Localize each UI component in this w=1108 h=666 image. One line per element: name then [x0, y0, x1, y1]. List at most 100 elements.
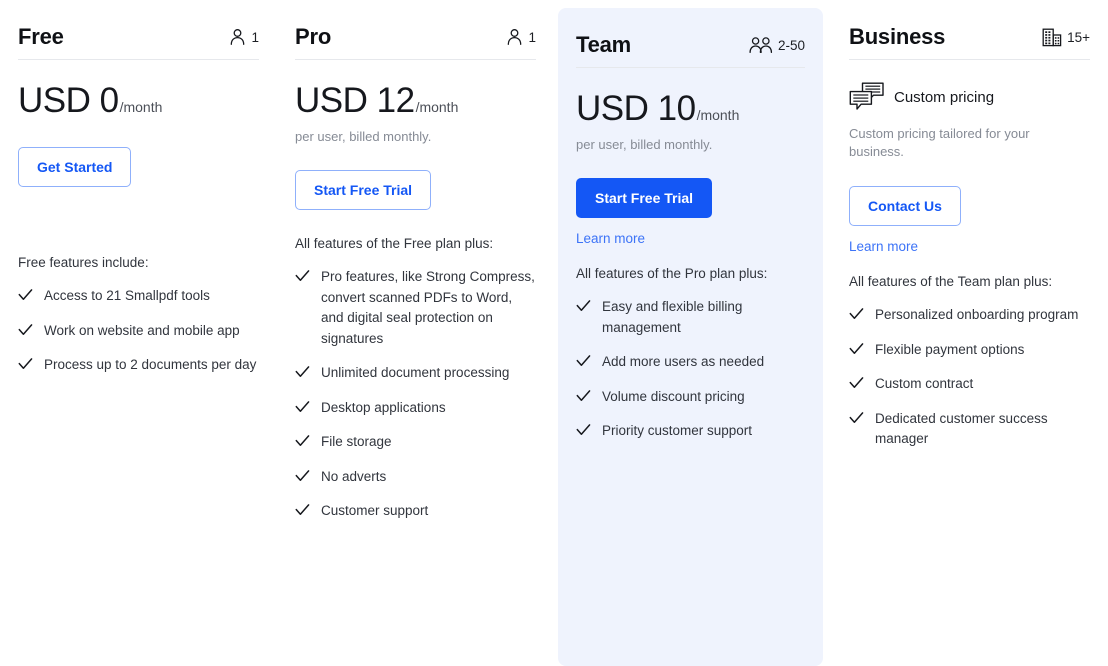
feature-label: Personalized onboarding program [875, 307, 1079, 323]
learn-more-link[interactable]: Learn more [576, 231, 805, 246]
check-icon [849, 376, 864, 394]
plan-header: Business 15+ [849, 24, 1090, 60]
plan-price-amount: USD 12 [295, 81, 415, 120]
plan-features: Free features include: Access to 21 Small… [18, 255, 259, 390]
feature-item: Volume discount pricing [576, 387, 805, 408]
feature-item: No adverts [295, 467, 536, 488]
plan-price-note: per user, billed monthly. [295, 129, 432, 144]
plan-price-note: per user, billed monthly. [576, 137, 713, 152]
card-spacer [295, 536, 536, 666]
learn-more-link[interactable]: Learn more [849, 239, 1090, 254]
card-spacer [18, 390, 259, 666]
custom-pricing-description: Custom pricing tailored for your busines… [849, 126, 1030, 159]
plan-cta-button-team[interactable]: Start Free Trial [576, 178, 713, 218]
feature-label: Dedicated customer success manager [875, 410, 1048, 447]
plan-cta-area: Start Free Trial [295, 170, 536, 210]
plan-name: Free [18, 24, 64, 49]
feature-label: Priority customer support [602, 423, 753, 439]
check-icon [18, 288, 33, 306]
plan-header: Team 2-50 [576, 32, 805, 68]
feature-item: File storage [295, 432, 536, 453]
plan-cta-button-business[interactable]: Contact Us [849, 186, 961, 227]
check-icon [576, 389, 591, 407]
plan-price: USD 0/month [18, 81, 259, 121]
feature-item: Desktop applications [295, 398, 536, 419]
plan-seat-info: 1 [506, 28, 536, 46]
feature-item: Custom contract [849, 374, 1090, 395]
feature-label: Desktop applications [321, 399, 446, 415]
feature-item: Add more users as needed [576, 352, 805, 373]
plan-features: All features of the Free plan plus: Pro f… [295, 236, 536, 536]
plan-seat-info: 2-50 [749, 36, 805, 54]
check-icon [295, 269, 310, 287]
building-icon [1042, 28, 1062, 47]
custom-pricing-label: Custom pricing [894, 88, 995, 106]
plan-card-free: Free 1 USD 0/month Get Started Free features… [0, 0, 277, 666]
feature-label: Work on website and mobile app [44, 322, 240, 338]
feature-label: Add more users as needed [602, 354, 765, 370]
plan-name: Team [576, 32, 632, 57]
feature-label: Pro features, like Strong Compress, conv… [321, 269, 535, 346]
feature-label: No adverts [321, 468, 387, 484]
plan-features-intro: All features of the Pro plan plus: [576, 266, 768, 281]
check-icon [849, 411, 864, 429]
check-icon [295, 400, 310, 418]
plan-seat-count: 2-50 [777, 37, 805, 53]
plan-price-amount: USD 0 [18, 81, 119, 120]
feature-label: Volume discount pricing [602, 388, 745, 404]
plan-card-pro: Pro 1 USD 12/month per user, billed monthly… [277, 0, 554, 666]
plan-cta-area: Contact Us Learn more [849, 186, 1090, 254]
feature-item: Priority customer support [576, 421, 805, 442]
feature-label: Process up to 2 documents per day [44, 357, 257, 373]
single-person-icon [506, 28, 523, 46]
plan-header: Pro 1 [295, 24, 536, 60]
check-icon [18, 357, 33, 375]
plan-seat-count: 1 [251, 29, 259, 45]
card-spacer [576, 456, 805, 666]
plan-price-period: /month [696, 107, 740, 123]
plan-cta-area: Start Free Trial Learn more [576, 178, 805, 246]
plan-name: Business [849, 24, 946, 49]
check-icon [849, 307, 864, 325]
plan-header: Free 1 [18, 24, 259, 60]
check-icon [576, 423, 591, 441]
plan-seat-info: 1 [229, 28, 259, 46]
feature-item: Flexible payment options [849, 340, 1090, 361]
plan-features-intro: All features of the Team plan plus: [849, 274, 1053, 290]
feature-item: Dedicated customer success manager [849, 409, 1090, 450]
plan-cta-button-free[interactable]: Get Started [18, 147, 132, 187]
plan-price: USD 12/month [295, 81, 536, 121]
plan-cta-button-pro[interactable]: Start Free Trial [295, 170, 432, 210]
feature-label: Easy and flexible billing management [602, 299, 743, 335]
feature-item: Work on website and mobile app [18, 321, 259, 342]
plan-seat-info: 15+ [1042, 28, 1090, 47]
feature-label: Flexible payment options [875, 341, 1025, 357]
plan-seat-count: 15+ [1067, 29, 1090, 45]
plan-features-intro: All features of the Free plan plus: [295, 236, 494, 251]
check-icon [295, 469, 310, 487]
check-icon [295, 365, 310, 383]
custom-pricing-row: Custom pricing [849, 78, 1090, 116]
feature-item: Easy and flexible billing management [576, 297, 805, 338]
two-people-icon [749, 36, 773, 54]
feature-item: Unlimited document processing [295, 363, 536, 384]
check-icon [576, 299, 591, 317]
plan-price-period: /month [119, 99, 163, 115]
card-spacer [849, 464, 1090, 666]
single-person-icon [229, 28, 246, 46]
check-icon [295, 434, 310, 452]
chat-bubbles-icon [849, 82, 885, 113]
feature-label: Custom contract [875, 376, 974, 392]
pricing-plans-grid: Free 1 USD 0/month Get Started Free features… [0, 0, 1108, 666]
plan-seat-count: 1 [528, 29, 536, 45]
feature-label: Access to 21 Smallpdf tools [44, 288, 210, 303]
plan-card-business: Business 15+ Custom pricing Custom pricing … [831, 0, 1108, 666]
feature-item: Customer support [295, 501, 536, 522]
plan-price: USD 10/month [576, 89, 805, 129]
check-icon [849, 342, 864, 360]
feature-label: Unlimited document processing [321, 365, 510, 381]
check-icon [295, 503, 310, 521]
plan-card-team: Team 2-50 USD 10/month per user, billed mon… [558, 8, 823, 666]
plan-name: Pro [295, 24, 332, 49]
plan-price-amount: USD 10 [576, 89, 696, 128]
